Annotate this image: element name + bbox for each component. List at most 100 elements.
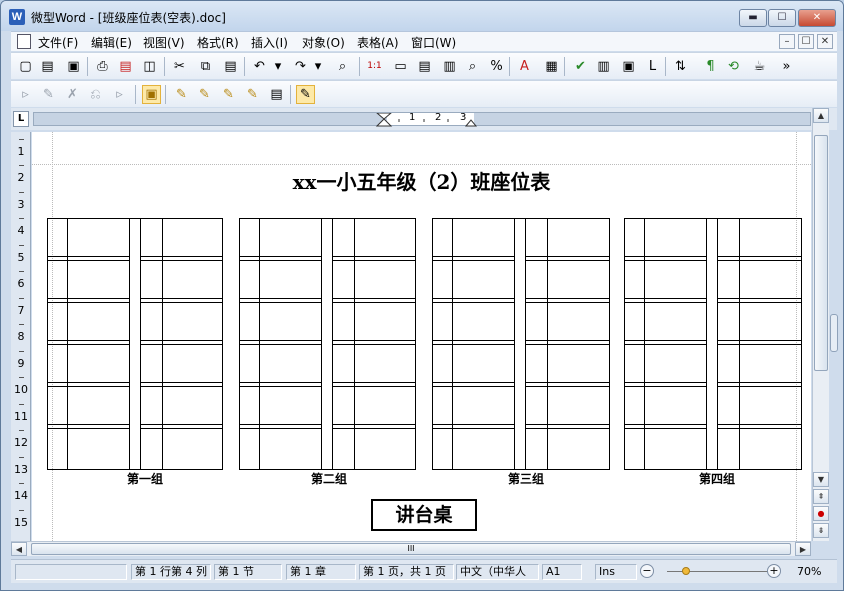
font-color-icon[interactable]: A bbox=[515, 57, 534, 76]
review-active-icon[interactable]: ▣ bbox=[142, 85, 161, 104]
format-icon[interactable]: ▦ bbox=[542, 57, 561, 76]
frame-icon[interactable]: L bbox=[643, 57, 662, 76]
review-3-icon[interactable]: ✗ bbox=[63, 85, 82, 104]
vertical-ruler-tick bbox=[19, 192, 24, 193]
minimize-button[interactable]: ▬ bbox=[739, 9, 767, 27]
accept-all-icon[interactable]: ✎ bbox=[195, 85, 214, 104]
vertical-ruler-number: 8 bbox=[17, 330, 25, 343]
tab-stop-selector[interactable]: L bbox=[13, 111, 29, 127]
scroll-right-button[interactable]: ▶ bbox=[795, 542, 811, 556]
cut-icon[interactable]: ✂ bbox=[170, 57, 189, 76]
status-chapter: 第 1 章 bbox=[286, 564, 356, 580]
seating-grid[interactable] bbox=[47, 218, 802, 470]
previous-page-button[interactable]: ⇞ bbox=[813, 489, 829, 504]
menu-insert[interactable]: 插入(I) bbox=[251, 34, 288, 51]
undo-dropdown-icon[interactable]: ▾ bbox=[273, 57, 283, 76]
overflow-chevron-icon[interactable]: » bbox=[777, 57, 796, 76]
review-1-icon[interactable]: ▹ bbox=[16, 85, 35, 104]
track-icon[interactable]: ⇅ bbox=[671, 57, 690, 76]
vertical-ruler-number: 5 bbox=[17, 251, 25, 264]
seating-table[interactable] bbox=[47, 218, 802, 470]
window-resize-handle[interactable] bbox=[830, 314, 838, 352]
vertical-ruler-tick bbox=[19, 483, 24, 484]
vertical-ruler-number: 3 bbox=[17, 198, 25, 211]
undo-icon[interactable]: ↶ bbox=[250, 57, 269, 76]
two-pages-icon[interactable]: ▥ bbox=[440, 57, 459, 76]
reject-icon[interactable]: ✎ bbox=[219, 85, 238, 104]
find-icon[interactable]: ⌕ bbox=[333, 57, 352, 76]
page-width-icon[interactable]: ▭ bbox=[391, 57, 410, 76]
vertical-scroll-thumb[interactable] bbox=[814, 135, 828, 371]
paste-icon[interactable]: ▤ bbox=[221, 57, 240, 76]
menu-object[interactable]: 对象(O) bbox=[302, 34, 345, 51]
zoom-in-button[interactable]: + bbox=[767, 564, 781, 578]
save-icon[interactable]: ▣ bbox=[64, 57, 83, 76]
shadow-icon[interactable]: ▣ bbox=[619, 57, 638, 76]
zoom-icon[interactable]: ⌕ bbox=[463, 57, 482, 76]
status-message bbox=[15, 564, 127, 580]
vertical-ruler-number: 12 bbox=[14, 436, 28, 449]
doc-close-button[interactable]: ✕ bbox=[817, 34, 833, 49]
reject-all-icon[interactable]: ✎ bbox=[243, 85, 262, 104]
menu-format[interactable]: 格式(R) bbox=[197, 34, 239, 51]
maximize-button[interactable]: ☐ bbox=[768, 9, 796, 27]
actual-size-icon[interactable]: 1:1 bbox=[365, 57, 384, 76]
close-button[interactable]: ✕ bbox=[798, 9, 836, 27]
word-app-icon[interactable]: W bbox=[9, 9, 25, 25]
seating-chart-title[interactable]: xx一小五年级（2）班座位表 bbox=[32, 166, 811, 195]
accept-icon[interactable]: ✎ bbox=[172, 85, 191, 104]
zoom-out-button[interactable]: − bbox=[640, 564, 654, 578]
vertical-ruler-number: 15 bbox=[14, 516, 28, 529]
zoom-slider-knob[interactable] bbox=[682, 567, 690, 575]
vertical-ruler-tick bbox=[19, 510, 24, 511]
horizontal-scrollbar[interactable]: ◀ III ▶ bbox=[11, 541, 811, 556]
edit-mark-icon[interactable]: ✎ bbox=[296, 85, 315, 104]
document-menu-icon[interactable] bbox=[17, 34, 31, 49]
status-bar: 第 1 行第 4 列 第 1 节 第 1 章 第 1 页，共 1 页 中文（中华… bbox=[11, 559, 837, 583]
scroll-down-button[interactable]: ▼ bbox=[813, 472, 829, 487]
columns-icon[interactable]: ▥ bbox=[594, 57, 613, 76]
redo-dropdown-icon[interactable]: ▾ bbox=[313, 57, 323, 76]
horizontal-scroll-thumb[interactable]: III bbox=[31, 543, 791, 555]
redo-icon[interactable]: ↷ bbox=[291, 57, 310, 76]
pdf-icon[interactable]: ▤ bbox=[116, 57, 135, 76]
menu-window[interactable]: 窗口(W) bbox=[411, 34, 456, 51]
vertical-scrollbar[interactable]: ▲ ▼ ⇞ ● ⇟ bbox=[812, 108, 829, 541]
horizontal-ruler[interactable]: 1 2 3 bbox=[33, 112, 812, 127]
spellcheck-icon[interactable]: ✔ bbox=[571, 57, 590, 76]
select-browse-object-button[interactable]: ● bbox=[813, 506, 829, 521]
indent-markers[interactable] bbox=[34, 113, 812, 127]
menu-file[interactable]: 文件(F) bbox=[38, 34, 78, 51]
copy-icon[interactable]: ⧉ bbox=[196, 57, 215, 76]
next-page-button[interactable]: ⇟ bbox=[813, 523, 829, 538]
paragraph-mark-icon[interactable]: ¶ bbox=[701, 57, 720, 76]
tracking-icon[interactable]: ⟲ bbox=[724, 57, 743, 76]
whole-page-icon[interactable]: ▤ bbox=[415, 57, 434, 76]
title-bar[interactable]: W 微型Word - [班级座位表(空表).doc] ▬ ☐ ✕ bbox=[1, 1, 843, 31]
document-page[interactable]: xx一小五年级（2）班座位表 第一组 第二组 第三组 第四组 讲台桌 bbox=[32, 132, 811, 541]
menu-table[interactable]: 表格(A) bbox=[357, 34, 399, 51]
vertical-ruler[interactable]: 1 2 3 4 5 6 7 8 9 10 11 12 13 14 15 bbox=[11, 132, 31, 541]
menu-edit[interactable]: 编辑(E) bbox=[91, 34, 132, 51]
scroll-up-button[interactable]: ▲ bbox=[813, 108, 829, 123]
open-icon[interactable]: ▤ bbox=[38, 57, 57, 76]
doc-minimize-button[interactable]: – bbox=[779, 34, 795, 49]
podium-box[interactable]: 讲台桌 bbox=[371, 499, 477, 531]
print-icon[interactable]: ⎙ bbox=[93, 57, 112, 76]
review-4-icon[interactable]: ⎌ bbox=[86, 85, 105, 104]
vertical-ruler-tick bbox=[19, 271, 24, 272]
doc-restore-button[interactable]: ☐ bbox=[798, 34, 814, 49]
scroll-left-button[interactable]: ◀ bbox=[11, 542, 27, 556]
review-2-icon[interactable]: ✎ bbox=[39, 85, 58, 104]
tea-icon[interactable]: ☕ bbox=[750, 57, 769, 76]
status-insert-mode[interactable]: Ins bbox=[595, 564, 637, 580]
zoom-percent-icon[interactable]: % bbox=[487, 57, 506, 76]
toolbar-separator bbox=[165, 85, 166, 104]
new-icon[interactable]: ▢ bbox=[16, 57, 35, 76]
menu-view[interactable]: 视图(V) bbox=[143, 34, 185, 51]
vertical-ruler-number: 1 bbox=[17, 145, 25, 158]
review-5-icon[interactable]: ▹ bbox=[110, 85, 129, 104]
comment-icon[interactable]: ▤ bbox=[267, 85, 286, 104]
print-preview-icon[interactable]: ◫ bbox=[140, 57, 159, 76]
toolbar-separator bbox=[135, 85, 136, 104]
